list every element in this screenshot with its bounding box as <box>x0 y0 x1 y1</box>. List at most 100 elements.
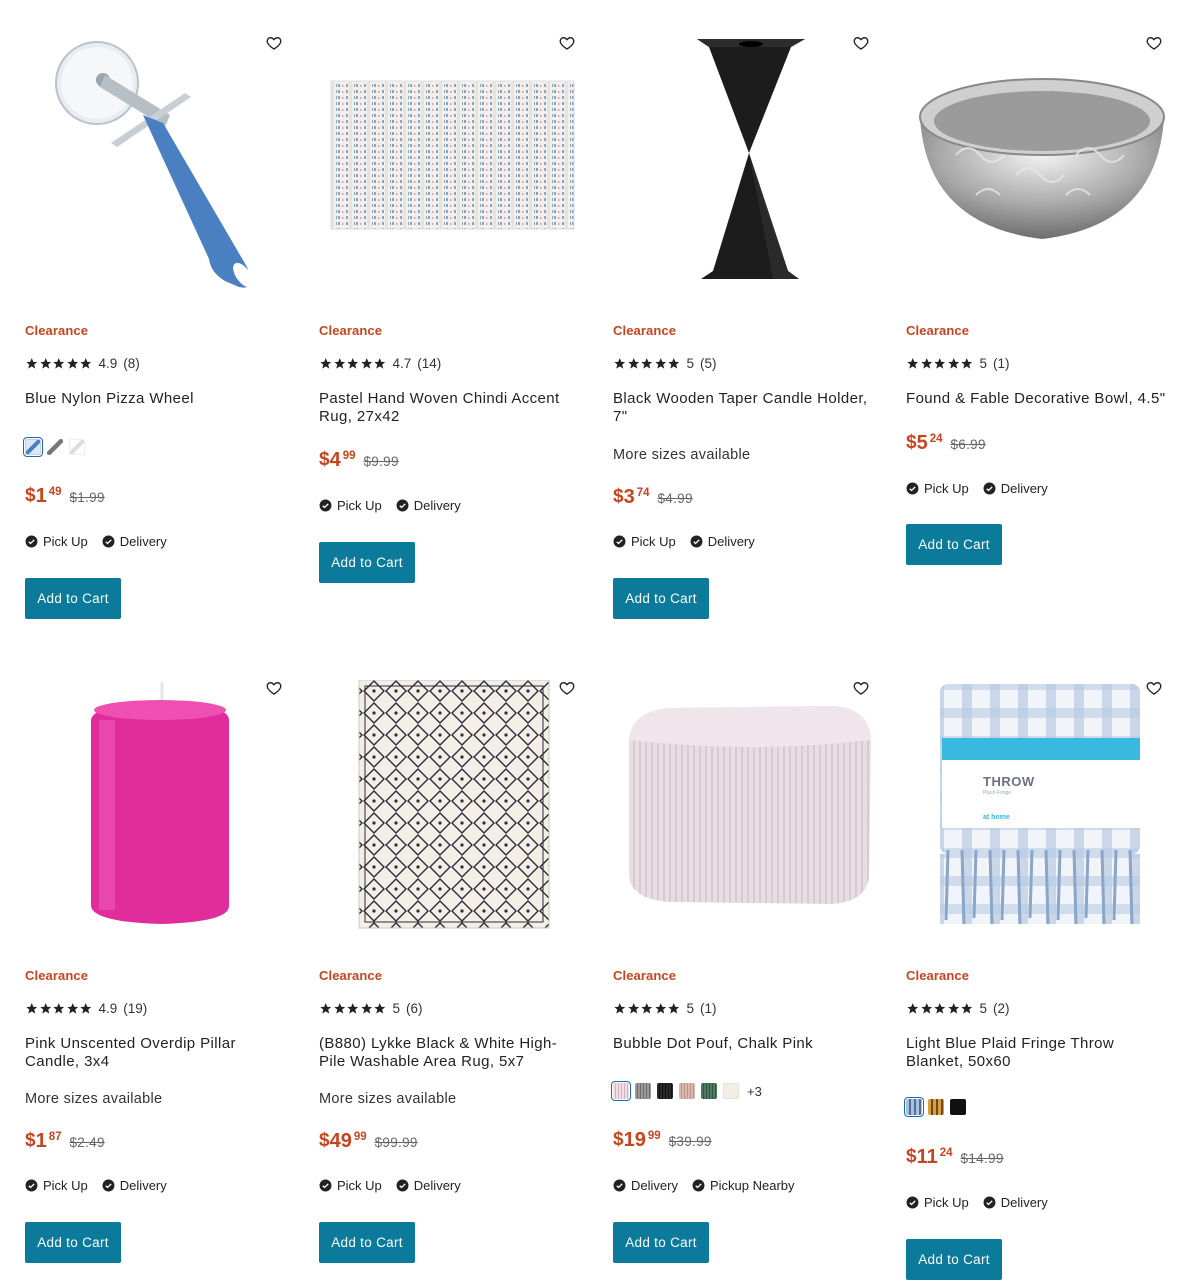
original-price: $2.49 <box>69 1135 105 1150</box>
swatch-gray[interactable] <box>635 1083 651 1099</box>
fulfillment-option: Delivery <box>983 1195 1048 1210</box>
add-to-cart-button[interactable]: Add to Cart <box>613 1222 709 1263</box>
add-to-cart-button[interactable]: Add to Cart <box>906 524 1002 565</box>
check-circle-icon <box>396 499 409 512</box>
check-circle-icon <box>906 482 919 495</box>
rating[interactable]: 4.7 (14) <box>319 356 441 371</box>
rating[interactable]: 5 (6) <box>319 1001 423 1016</box>
product-title[interactable]: (B880) Lykke Black & White High-Pile Was… <box>319 1035 581 1071</box>
rating[interactable]: 5 (1) <box>906 356 1010 371</box>
product-title[interactable]: Bubble Dot Pouf, Chalk Pink <box>613 1035 875 1053</box>
swatch-pink[interactable] <box>611 1081 631 1101</box>
fulfillment-option: Delivery <box>396 1178 461 1193</box>
product-title[interactable]: Blue Nylon Pizza Wheel <box>25 390 287 408</box>
swatch-blush[interactable] <box>679 1083 695 1099</box>
heart-icon[interactable] <box>853 680 869 696</box>
fulfillment-options: Pick Up Delivery <box>319 1178 461 1193</box>
swatch-black-plaid[interactable] <box>950 1099 966 1115</box>
product-title[interactable]: Pink Unscented Overdip Pillar Candle, 3x… <box>25 1035 287 1071</box>
color-swatches <box>904 1097 966 1117</box>
rating[interactable]: 5 (5) <box>613 356 717 371</box>
fulfillment-option: Delivery <box>613 1178 678 1193</box>
product-title[interactable]: Light Blue Plaid Fringe Throw Blanket, 5… <box>906 1035 1168 1071</box>
fulfillment-options: Pick Up Delivery <box>906 481 1048 496</box>
review-count: (6) <box>406 1001 423 1016</box>
product-image-pouf[interactable] <box>613 680 885 970</box>
heart-icon[interactable] <box>559 35 575 51</box>
product-image-pizza-wheel[interactable] <box>25 35 297 325</box>
rating[interactable]: 4.9 (8) <box>25 356 140 371</box>
review-count: (8) <box>123 356 140 371</box>
product-title[interactable]: Pastel Hand Woven Chindi Accent Rug, 27x… <box>319 390 581 426</box>
original-price: $39.99 <box>668 1134 712 1149</box>
heart-icon[interactable] <box>1146 35 1162 51</box>
check-circle-icon <box>613 1179 626 1192</box>
more-sizes-note: More sizes available <box>319 1091 457 1107</box>
heart-icon[interactable] <box>266 35 282 51</box>
star-rating-icon <box>25 357 93 370</box>
product-title[interactable]: Found & Fable Decorative Bowl, 4.5" <box>906 390 1168 408</box>
star-rating-icon <box>319 1002 387 1015</box>
sale-price: $11 24 <box>906 1146 953 1168</box>
star-rating-icon <box>319 357 387 370</box>
swatch-white-wheel[interactable] <box>69 439 85 455</box>
fulfillment-option: Pick Up <box>25 1178 88 1193</box>
add-to-cart-button[interactable]: Add to Cart <box>319 542 415 583</box>
product-image-throw-blanket[interactable]: THROW Plush Fringe at home <box>906 680 1178 970</box>
product-image-candle-holder[interactable] <box>613 35 885 325</box>
clearance-badge: Clearance <box>906 323 970 338</box>
fulfillment-option: Pick Up <box>906 481 969 496</box>
check-circle-icon <box>319 499 332 512</box>
check-circle-icon <box>613 535 626 548</box>
clearance-badge: Clearance <box>319 323 383 338</box>
add-to-cart-button[interactable]: Add to Cart <box>25 578 121 619</box>
heart-icon[interactable] <box>559 680 575 696</box>
add-to-cart-button[interactable]: Add to Cart <box>319 1222 415 1263</box>
heart-icon[interactable] <box>853 35 869 51</box>
fulfillment-option: Pick Up <box>613 534 676 549</box>
sale-price: $19 99 <box>613 1129 661 1151</box>
star-rating-icon <box>906 1002 974 1015</box>
heart-icon[interactable] <box>266 680 282 696</box>
rating[interactable]: 5 (1) <box>613 1001 717 1016</box>
price: $49 99 $99.99 <box>319 1130 418 1152</box>
rating[interactable]: 4.9 (19) <box>25 1001 147 1016</box>
fulfillment-option: Pick Up <box>319 1178 382 1193</box>
more-swatches-count[interactable]: +3 <box>747 1084 762 1099</box>
swatch-blue-plaid[interactable] <box>904 1097 924 1117</box>
more-sizes-note: More sizes available <box>25 1091 163 1107</box>
rating-value: 5 <box>686 356 695 371</box>
original-price: $9.99 <box>363 454 399 469</box>
sale-price: $1 87 <box>25 1130 62 1152</box>
clearance-badge: Clearance <box>906 968 970 983</box>
rating[interactable]: 5 (2) <box>906 1001 1010 1016</box>
product-image-chindi-rug[interactable] <box>319 35 591 325</box>
sale-price: $1 49 <box>25 485 62 507</box>
star-rating-icon <box>25 1002 93 1015</box>
add-to-cart-button[interactable]: Add to Cart <box>613 578 709 619</box>
check-circle-icon <box>690 535 703 548</box>
price: $1 87 $2.49 <box>25 1130 105 1152</box>
swatch-green[interactable] <box>701 1083 717 1099</box>
swatch-cream[interactable] <box>723 1083 739 1099</box>
add-to-cart-button[interactable]: Add to Cart <box>25 1222 121 1263</box>
sale-price: $4 99 <box>319 449 356 471</box>
swatch-black[interactable] <box>657 1083 673 1099</box>
swatch-mustard-plaid[interactable] <box>928 1099 944 1115</box>
product-title[interactable]: Black Wooden Taper Candle Holder, 7" <box>613 390 875 426</box>
fulfillment-options: Pick Up Delivery <box>319 498 461 513</box>
product-image-decorative-bowl[interactable] <box>906 35 1178 325</box>
throw-label-sub: Plush Fringe <box>983 790 1012 796</box>
swatch-blue-wheel[interactable] <box>23 437 43 457</box>
heart-icon[interactable] <box>1146 680 1162 696</box>
fulfillment-option: Pick Up <box>25 534 88 549</box>
check-circle-icon <box>102 535 115 548</box>
product-image-pink-candle[interactable] <box>25 680 297 970</box>
review-count: (2) <box>993 1001 1010 1016</box>
original-price: $99.99 <box>374 1135 418 1150</box>
rating-value: 5 <box>979 1001 988 1016</box>
swatch-gray-wheel[interactable] <box>47 439 63 455</box>
clearance-badge: Clearance <box>613 968 677 983</box>
add-to-cart-button[interactable]: Add to Cart <box>906 1239 1002 1280</box>
product-image-lykke-rug[interactable] <box>319 680 591 970</box>
